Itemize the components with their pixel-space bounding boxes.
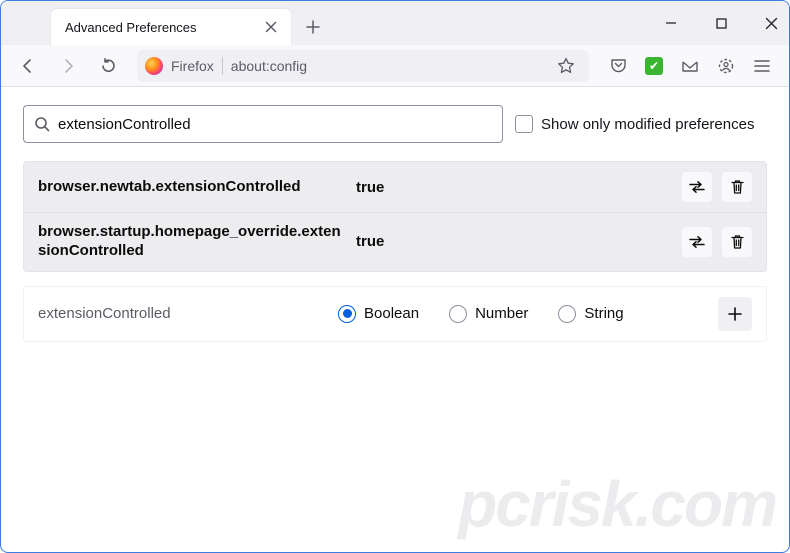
toolbar-right-icons: ✔ — [601, 50, 779, 82]
plus-icon — [306, 20, 320, 34]
new-pref-name: extensionControlled — [38, 305, 338, 322]
nav-toolbar: Firefox about:config ✔ — [1, 45, 789, 87]
type-radio-string[interactable]: String — [558, 305, 623, 323]
search-input[interactable] — [58, 116, 492, 133]
window-close-button[interactable] — [761, 13, 781, 33]
pref-actions — [682, 227, 752, 257]
extension-button[interactable]: ✔ — [637, 50, 671, 82]
account-button[interactable] — [709, 50, 743, 82]
radio-label: Number — [475, 305, 528, 322]
trash-icon — [730, 234, 745, 250]
radio-icon — [338, 305, 356, 323]
pref-actions — [682, 172, 752, 202]
firefox-logo-icon — [145, 57, 163, 75]
checkbox-label: Show only modified preferences — [541, 116, 754, 133]
reload-icon — [100, 57, 117, 74]
radio-label: String — [584, 305, 623, 322]
pref-row[interactable]: browser.startup.homepage_override.extens… — [24, 212, 766, 271]
pref-row[interactable]: browser.newtab.extensionControlled true — [24, 162, 766, 212]
pref-value: true — [356, 233, 674, 250]
window-minimize-button[interactable] — [661, 13, 681, 33]
tab-title: Advanced Preferences — [65, 20, 253, 35]
tab-strip: Advanced Preferences — [1, 1, 789, 45]
close-icon — [765, 17, 778, 30]
prefs-table: browser.newtab.extensionControlled true … — [23, 161, 767, 272]
close-icon — [265, 21, 277, 33]
account-icon — [717, 57, 735, 75]
bookmark-button[interactable] — [549, 53, 583, 79]
arrow-right-icon — [59, 57, 77, 75]
pocket-button[interactable] — [601, 50, 635, 82]
add-pref-button[interactable] — [718, 297, 752, 331]
type-radio-boolean[interactable]: Boolean — [338, 305, 419, 323]
delete-button[interactable] — [722, 227, 752, 257]
toggle-icon — [688, 180, 706, 194]
identity-label: Firefox — [171, 58, 214, 74]
tab-advanced-preferences[interactable]: Advanced Preferences — [51, 9, 291, 45]
app-menu-button[interactable] — [745, 50, 779, 82]
radio-label: Boolean — [364, 305, 419, 322]
forward-button[interactable] — [51, 50, 85, 82]
hamburger-icon — [754, 59, 770, 73]
trash-icon — [730, 179, 745, 195]
search-icon — [34, 116, 50, 132]
inbox-icon — [681, 57, 699, 75]
maximize-icon — [716, 18, 727, 29]
pref-value: true — [356, 179, 674, 196]
pocket-icon — [610, 57, 627, 74]
search-box — [23, 105, 503, 143]
about-config-content: Show only modified preferences browser.n… — [1, 87, 789, 360]
type-radio-number[interactable]: Number — [449, 305, 528, 323]
browser-window: Advanced Preferences — [0, 0, 790, 553]
pref-name: browser.startup.homepage_override.extens… — [38, 223, 348, 261]
back-button[interactable] — [11, 50, 45, 82]
type-radio-group: Boolean Number String — [338, 305, 718, 323]
pref-name: browser.newtab.extensionControlled — [38, 178, 348, 197]
inbox-button[interactable] — [673, 50, 707, 82]
radio-icon — [558, 305, 576, 323]
checkbox-icon — [515, 115, 533, 133]
toggle-button[interactable] — [682, 172, 712, 202]
address-bar[interactable]: Firefox about:config — [137, 50, 589, 82]
watermark: pcrisk.com — [458, 467, 776, 541]
search-row: Show only modified preferences — [23, 105, 767, 143]
new-pref-row: extensionControlled Boolean Number Strin… — [23, 286, 767, 342]
new-tab-button[interactable] — [297, 11, 329, 43]
separator — [222, 57, 223, 75]
reload-button[interactable] — [91, 50, 125, 82]
plus-icon — [727, 306, 743, 322]
url-text: about:config — [231, 58, 541, 74]
arrow-left-icon — [19, 57, 37, 75]
window-maximize-button[interactable] — [711, 13, 731, 33]
radio-icon — [449, 305, 467, 323]
extension-icon: ✔ — [645, 57, 663, 75]
show-only-modified-checkbox[interactable]: Show only modified preferences — [515, 115, 754, 133]
minimize-icon — [665, 17, 677, 29]
window-controls — [661, 1, 781, 45]
delete-button[interactable] — [722, 172, 752, 202]
star-icon — [557, 57, 575, 75]
toggle-icon — [688, 235, 706, 249]
toggle-button[interactable] — [682, 227, 712, 257]
tab-close-button[interactable] — [261, 17, 281, 37]
